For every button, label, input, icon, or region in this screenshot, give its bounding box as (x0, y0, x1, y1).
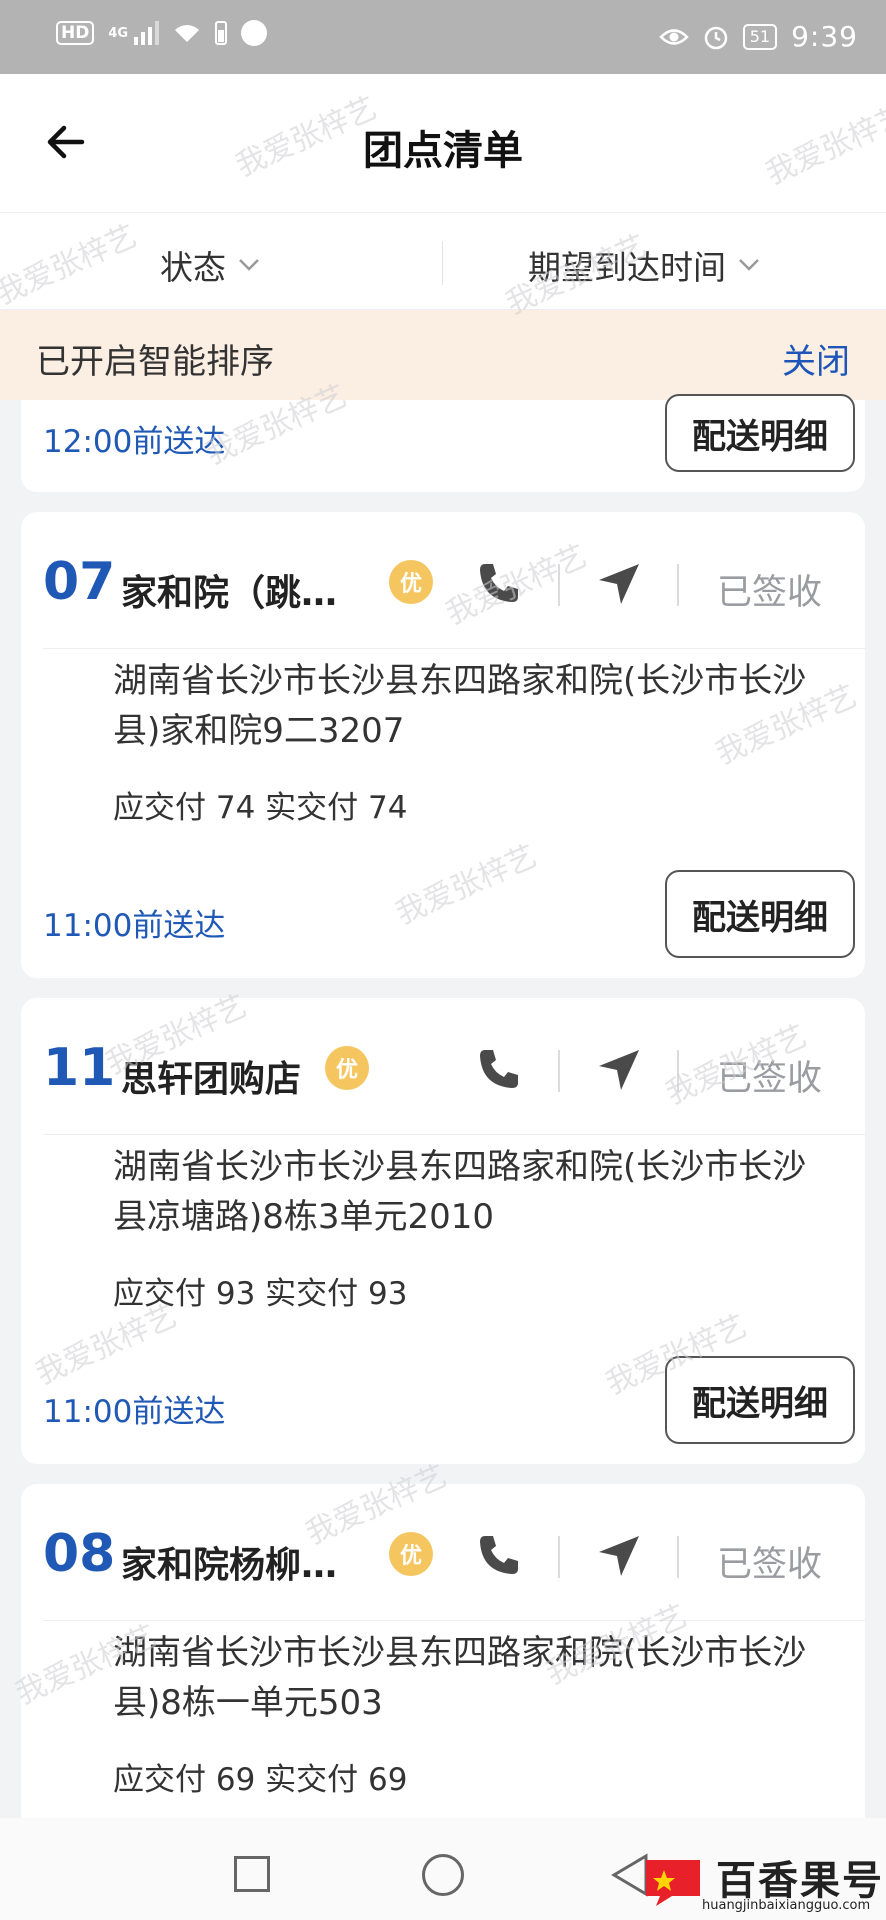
brand-url: huangjinbaixiangguo.com (702, 1898, 871, 1913)
header: 团点清单 (0, 74, 886, 212)
action-divider (558, 564, 560, 606)
payment-summary: 应交付 93 实交付 93 (113, 1276, 408, 1312)
store-name: 家和院杨柳… (121, 1545, 338, 1586)
priority-badge: 优 (389, 1532, 433, 1576)
battery-saver-icon (215, 21, 228, 45)
wifi-icon (175, 25, 200, 42)
store-address: 湖南省长沙市长沙县东四路家和院(长沙市长沙县)家和院9二3207 (113, 661, 807, 751)
delivery-detail-button[interactable]: 配送明细 (665, 870, 855, 958)
order-card-partial: 12:00前送达 配送明细 (21, 394, 865, 492)
store-name: 家和院（跳… (121, 573, 338, 614)
eye-icon (658, 28, 689, 45)
recent-apps-button[interactable] (234, 1856, 270, 1892)
action-divider (677, 1536, 679, 1578)
card-divider (43, 648, 865, 649)
phone-icon[interactable] (476, 1532, 522, 1578)
alarm-icon (704, 26, 727, 49)
order-status: 已签收 (717, 1059, 823, 1099)
home-button[interactable] (422, 1854, 464, 1896)
order-number: 08 (43, 1524, 116, 1584)
delivery-detail-button[interactable]: 配送明细 (665, 394, 855, 472)
deliver-time: 11:00前送达 (43, 908, 226, 944)
navigation-icon[interactable] (597, 1534, 641, 1578)
store-name: 思轩团购店 (121, 1059, 302, 1100)
smart-sort-text: 已开启智能排序 (36, 342, 274, 382)
order-card[interactable]: 11 思轩团购店 优 已签收 湖南省长沙市长沙县东四路家和院(长沙市长沙县凉塘路… (21, 998, 865, 1464)
battery-indicator: 51 (742, 23, 778, 50)
action-divider (558, 1536, 560, 1578)
store-address: 湖南省长沙市长沙县东四路家和院(长沙市长沙县凉塘路)8栋3单元2010 (113, 1147, 807, 1237)
store-address: 湖南省长沙市长沙县东四路家和院(长沙市长沙县)8栋一单元503 (113, 1633, 807, 1723)
priority-badge: 优 (325, 1046, 369, 1090)
deliver-time: 11:00前送达 (43, 1394, 226, 1430)
status-filter-label: 状态 (160, 248, 226, 287)
chevron-down-icon (739, 259, 759, 271)
delivery-detail-button[interactable]: 配送明细 (665, 1356, 855, 1444)
page-title: 团点清单 (363, 128, 523, 174)
smart-sort-banner: 已开启智能排序 关闭 (0, 310, 886, 400)
brand-logo: 百香果号 huangjinbaixiangguo.com (640, 1848, 886, 1920)
signal-icon (134, 21, 160, 45)
filter-bar: 状态 期望到达时间 (0, 212, 886, 310)
smart-sort-close-button[interactable]: 关闭 (782, 334, 850, 383)
navigation-icon[interactable] (597, 562, 641, 606)
status-bar: HD 4G 51 9:39 (0, 0, 886, 74)
phone-icon[interactable] (476, 1046, 522, 1092)
hd-indicator: HD (56, 21, 95, 45)
action-divider (677, 564, 679, 606)
order-number: 07 (43, 552, 116, 612)
action-divider (558, 1050, 560, 1092)
chevron-down-icon (239, 259, 259, 271)
action-divider (677, 1050, 679, 1092)
card-divider (43, 1620, 865, 1621)
network-type: 4G (108, 25, 129, 41)
globe-icon (241, 20, 268, 46)
card-divider (43, 1134, 865, 1135)
order-status: 已签收 (717, 1545, 823, 1585)
status-filter[interactable]: 状态 (160, 241, 260, 289)
time-filter-label: 期望到达时间 (528, 248, 726, 287)
navigation-icon[interactable] (597, 1048, 641, 1092)
brand-mark-icon (646, 1860, 700, 1906)
payment-summary: 应交付 69 实交付 69 (113, 1762, 408, 1798)
phone-icon[interactable] (476, 560, 522, 606)
filter-divider (442, 241, 443, 285)
order-status: 已签收 (717, 573, 823, 613)
order-card[interactable]: 07 家和院（跳… 优 已签收 湖南省长沙市长沙县东四路家和院(长沙市长沙县)家… (21, 512, 865, 978)
priority-badge: 优 (389, 560, 433, 604)
deliver-time: 12:00前送达 (43, 424, 226, 460)
payment-summary: 应交付 74 实交付 74 (113, 790, 408, 826)
order-number: 11 (43, 1038, 116, 1098)
clock: 9:39 (791, 20, 858, 53)
time-filter[interactable]: 期望到达时间 (528, 241, 760, 289)
